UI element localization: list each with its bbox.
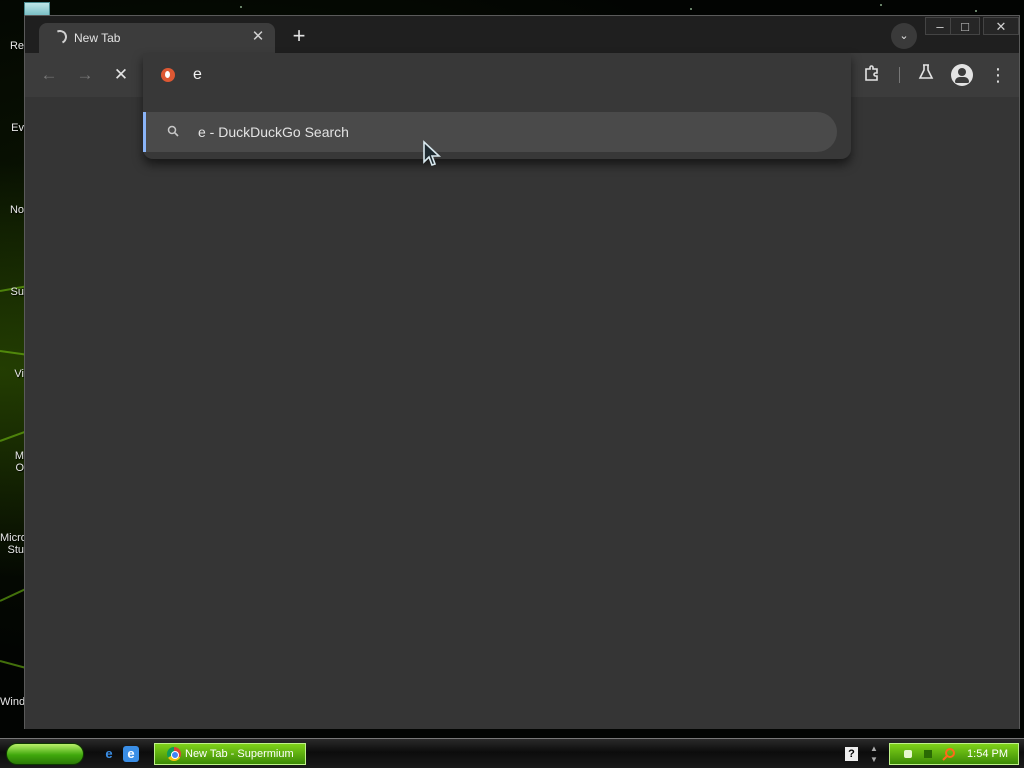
stop-icon[interactable]: ✕ (109, 64, 133, 86)
start-button[interactable] (6, 743, 84, 765)
omnibox-dropdown: e - DuckDuckGo Search (143, 53, 851, 159)
wallpaper-star (240, 6, 242, 8)
arrow-right-icon[interactable]: → (73, 64, 97, 86)
close-window-icon[interactable]: ✕ (983, 17, 1019, 35)
maximize-icon[interactable]: □ (950, 17, 980, 35)
desktop-icon-label[interactable]: Su (0, 286, 24, 298)
search-icon (167, 125, 179, 137)
tab-new-tab[interactable]: New Tab ✕ (39, 23, 275, 53)
address-bar-input[interactable] (193, 64, 813, 86)
internet-explorer-icon[interactable]: e (101, 746, 117, 762)
tray-network-icon[interactable] (904, 750, 912, 758)
tray-volume-icon[interactable] (924, 750, 932, 758)
desktop-icon-label[interactable]: M O (0, 450, 24, 474)
toolbar-separator (899, 67, 900, 83)
taskbar-item-supermium[interactable]: New Tab - Supermium (154, 743, 306, 765)
duckduckgo-icon (161, 68, 175, 82)
desktop-icon-label[interactable]: Vi (0, 368, 24, 380)
system-tray: 1:54 PM (889, 743, 1019, 765)
title-bar[interactable]: New Tab ✕ + ⌄ – □ ✕ (25, 16, 1019, 53)
desktop-icon-label[interactable]: Re (0, 40, 24, 52)
puzzle-icon[interactable] (861, 64, 883, 86)
arrow-left-icon[interactable]: ← (37, 64, 61, 86)
desktop-icon-label[interactable]: Ev (0, 122, 24, 134)
mouse-cursor (423, 140, 442, 167)
wallpaper-star (880, 4, 882, 6)
close-icon[interactable]: ✕ (249, 28, 267, 46)
kebab-menu-icon[interactable]: ⋮ (987, 64, 1009, 86)
internet-explorer-alt-icon[interactable]: e (123, 746, 139, 762)
help-icon[interactable]: ? (845, 747, 858, 761)
tab-title: New Tab (74, 31, 121, 45)
wallpaper-star (690, 8, 692, 10)
supermium-icon (167, 747, 181, 761)
new-tab-button[interactable]: + (287, 25, 311, 49)
tray-scroll-icon[interactable]: ▲ ▼ (869, 743, 879, 765)
desktop-icon-label[interactable]: Wind (0, 696, 24, 708)
wallpaper-star (975, 10, 977, 12)
account-icon[interactable] (951, 64, 973, 86)
desktop-icon-label[interactable]: No (0, 204, 24, 216)
chevron-down-icon[interactable]: ⌄ (891, 23, 917, 49)
page-content[interactable] (25, 97, 1019, 729)
suggestion-item[interactable]: e - DuckDuckGo Search (143, 112, 837, 152)
tray-search-icon[interactable] (942, 747, 956, 761)
taskbar: e e New Tab - Supermium ? ▲ ▼ 1:54 PM (0, 738, 1024, 768)
flask-icon[interactable] (915, 64, 937, 86)
desktop-icon-label[interactable]: Micro Stu (0, 532, 24, 556)
suggestion-text: e - DuckDuckGo Search (198, 124, 349, 140)
browser-window: New Tab ✕ + ⌄ – □ ✕ ← → ✕ ⋮ e - Du (24, 15, 1020, 729)
taskbar-item-label: New Tab - Supermium (185, 748, 294, 760)
loading-spinner-icon (51, 28, 69, 46)
clock[interactable]: 1:54 PM (967, 748, 1008, 760)
